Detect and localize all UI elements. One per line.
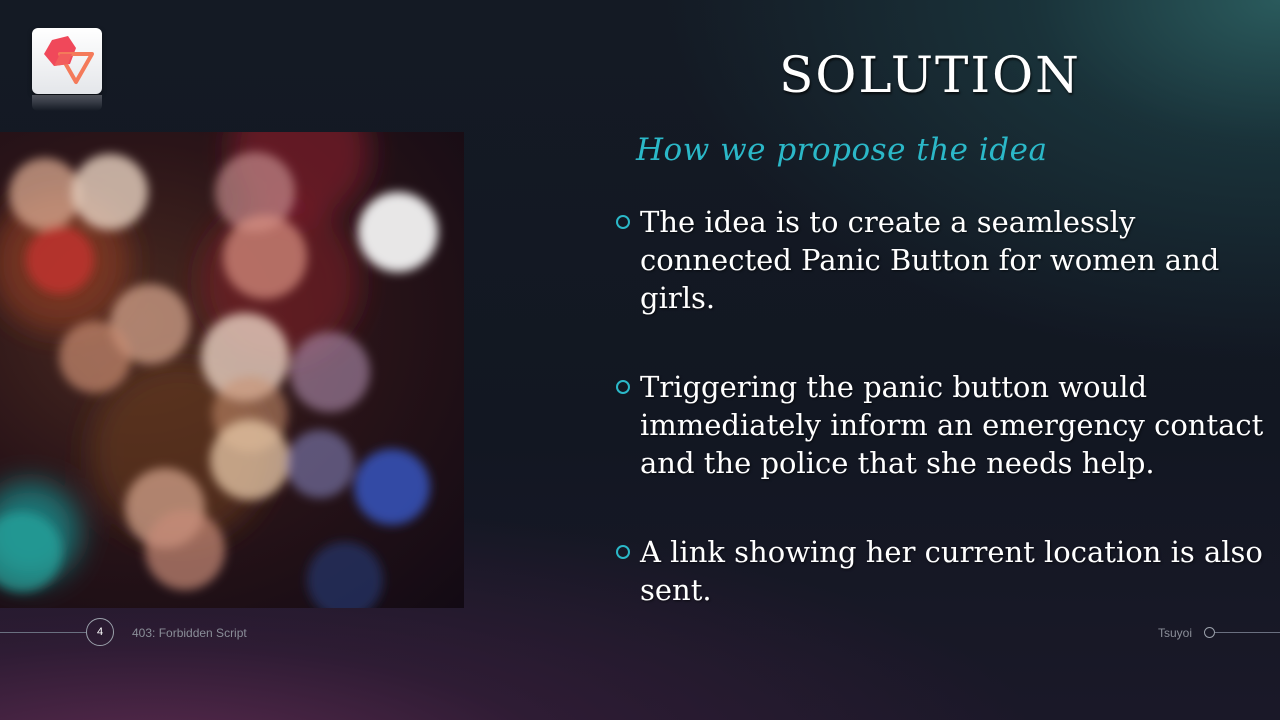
bullet-text: Triggering the panic button would immedi… bbox=[640, 370, 1264, 480]
bullet-item: Triggering the panic button would immedi… bbox=[616, 368, 1266, 482]
slide-subtitle: How we propose the idea bbox=[636, 132, 1048, 168]
footer-left-text: 403: Forbidden Script bbox=[132, 626, 247, 640]
bullet-list: The idea is to create a seamlessly conne… bbox=[616, 203, 1266, 660]
footer-divider-right bbox=[1215, 632, 1280, 633]
bullet-text: The idea is to create a seamlessly conne… bbox=[640, 205, 1220, 315]
footer-divider-left bbox=[0, 632, 86, 633]
logo-reflection bbox=[32, 95, 102, 111]
bokeh-photo bbox=[0, 132, 464, 608]
page-number-badge: 4 bbox=[86, 618, 114, 646]
bullet-item: A link showing her current location is a… bbox=[616, 533, 1266, 609]
logo bbox=[32, 28, 102, 94]
footer-right-text: Tsuyoi bbox=[1157, 626, 1192, 640]
bullet-item: The idea is to create a seamlessly conne… bbox=[616, 203, 1266, 317]
logo-icon bbox=[44, 36, 94, 84]
circle-bullet-icon bbox=[616, 380, 630, 394]
bullet-text: A link showing her current location is a… bbox=[640, 535, 1263, 607]
slide: SOLUTION How we propose the idea The ide… bbox=[0, 0, 1280, 720]
circle-bullet-icon bbox=[616, 545, 630, 559]
slide-title: SOLUTION bbox=[779, 46, 1081, 104]
circle-bullet-icon bbox=[616, 215, 630, 229]
footer-circle-icon bbox=[1204, 627, 1215, 638]
